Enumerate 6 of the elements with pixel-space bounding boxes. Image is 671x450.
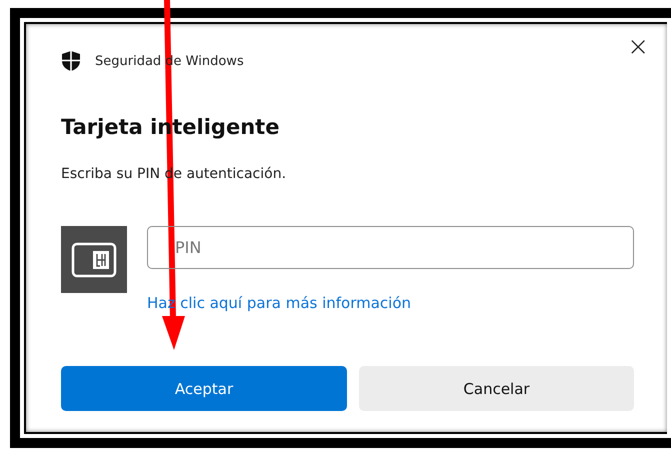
pin-field[interactable]: PIN	[147, 226, 634, 269]
accept-button[interactable]: Aceptar	[61, 366, 347, 411]
cancel-button[interactable]: Cancelar	[359, 366, 634, 411]
smart-card-icon	[71, 242, 117, 278]
close-button[interactable]: ×	[623, 32, 653, 62]
shield-icon	[61, 50, 81, 72]
